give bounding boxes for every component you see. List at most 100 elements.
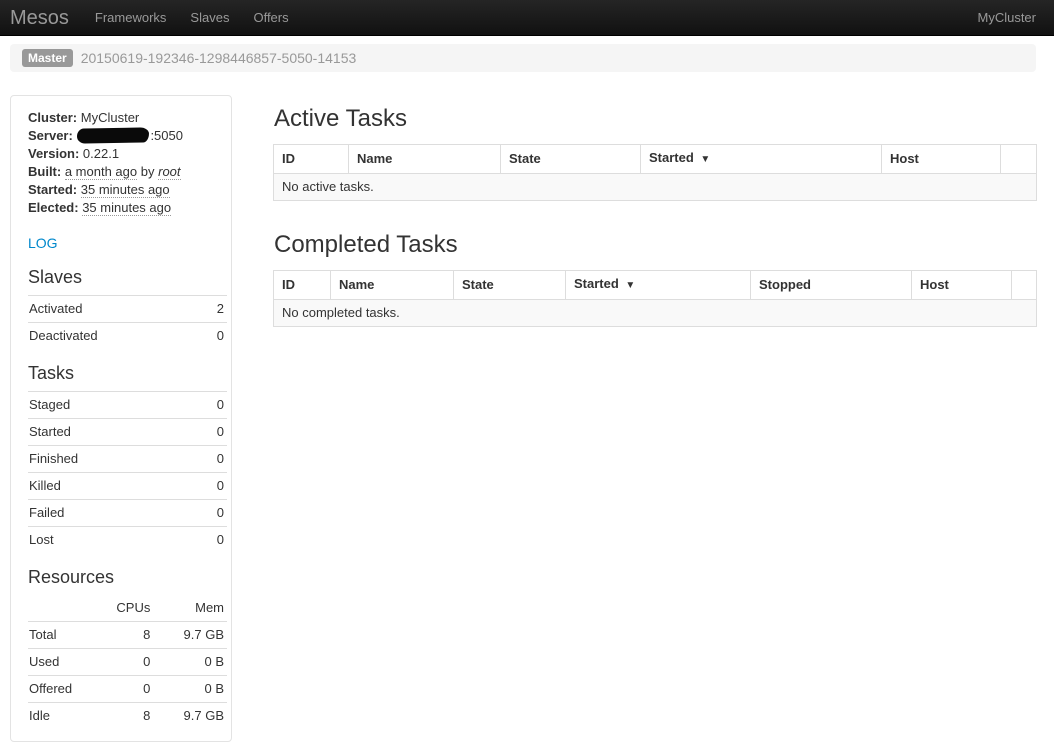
- tasks-lost-value: 0: [191, 527, 227, 554]
- cluster-label: Cluster:: [28, 110, 77, 125]
- tasks-finished-label: Finished: [28, 446, 191, 473]
- table-header-row: ID Name State Started ▼ Stopped Host: [274, 271, 1037, 300]
- table-row: Activated 2: [28, 296, 227, 323]
- server-info-line: Server: :5050: [28, 127, 227, 145]
- slaves-deactivated-value: 0: [200, 323, 227, 350]
- nav-item-frameworks[interactable]: Frameworks: [95, 9, 167, 27]
- completed-col-stopped[interactable]: Stopped: [751, 271, 912, 300]
- top-navbar: Mesos Frameworks Slaves Offers MyCluster: [0, 0, 1054, 36]
- active-col-name[interactable]: Name: [349, 145, 501, 174]
- table-row: Killed 0: [28, 473, 227, 500]
- table-row: Staged 0: [28, 392, 227, 419]
- tasks-stats-table: Staged 0 Started 0 Finished 0 Killed 0 F…: [28, 391, 227, 553]
- server-redaction-scribble: [77, 127, 149, 143]
- built-user: root: [158, 164, 180, 180]
- table-row: Used 0 0 B: [28, 649, 227, 676]
- built-by-text: by: [141, 164, 155, 179]
- table-row: Total 8 9.7 GB: [28, 622, 227, 649]
- version-value: 0.22.1: [83, 146, 119, 161]
- completed-col-started-label: Started: [574, 276, 619, 291]
- completed-col-state[interactable]: State: [454, 271, 566, 300]
- resources-header-mem: Mem: [153, 595, 227, 622]
- completed-tasks-empty-message: No completed tasks.: [274, 300, 1037, 327]
- master-badge: Master: [22, 49, 73, 67]
- sort-desc-icon: ▼: [700, 154, 710, 165]
- slaves-section-title: Slaves: [28, 267, 227, 287]
- elected-label: Elected:: [28, 200, 79, 215]
- table-row: Failed 0: [28, 500, 227, 527]
- tasks-killed-value: 0: [191, 473, 227, 500]
- nav-item-slaves[interactable]: Slaves: [190, 9, 229, 27]
- breadcrumb: Master 20150619-192346-1298446857-5050-1…: [10, 44, 1036, 72]
- resources-header-cpus: CPUs: [84, 595, 154, 622]
- server-label: Server:: [28, 128, 73, 143]
- tasks-failed-label: Failed: [28, 500, 191, 527]
- table-row: No completed tasks.: [274, 300, 1037, 327]
- completed-col-id[interactable]: ID: [274, 271, 331, 300]
- resources-total-cpus: 8: [84, 622, 154, 649]
- resources-total-mem: 9.7 GB: [153, 622, 227, 649]
- started-info-line: Started: 35 minutes ago: [28, 181, 227, 199]
- active-col-started[interactable]: Started ▼: [641, 145, 882, 174]
- completed-tasks-table: ID Name State Started ▼ Stopped Host No …: [273, 270, 1037, 327]
- log-link[interactable]: LOG: [28, 234, 58, 252]
- resources-used-label: Used: [28, 649, 84, 676]
- tasks-killed-label: Killed: [28, 473, 191, 500]
- slaves-activated-label: Activated: [28, 296, 200, 323]
- resources-offered-mem: 0 B: [153, 676, 227, 703]
- table-row: Idle 8 9.7 GB: [28, 703, 227, 730]
- elected-time: 35 minutes ago: [82, 200, 171, 216]
- table-row: Offered 0 0 B: [28, 676, 227, 703]
- completed-col-host[interactable]: Host: [912, 271, 1012, 300]
- completed-col-started[interactable]: Started ▼: [566, 271, 751, 300]
- completed-col-name[interactable]: Name: [331, 271, 454, 300]
- table-row: Finished 0: [28, 446, 227, 473]
- tasks-staged-label: Staged: [28, 392, 191, 419]
- slaves-deactivated-label: Deactivated: [28, 323, 200, 350]
- tasks-finished-value: 0: [191, 446, 227, 473]
- cluster-value: MyCluster: [81, 110, 140, 125]
- active-tasks-title: Active Tasks: [274, 105, 1036, 133]
- started-label: Started:: [28, 182, 77, 197]
- main-content: Active Tasks ID Name State Started ▼ Hos…: [273, 72, 1036, 327]
- resources-idle-label: Idle: [28, 703, 84, 730]
- tasks-started-label: Started: [28, 419, 191, 446]
- active-tasks-table: ID Name State Started ▼ Host No active t…: [273, 144, 1037, 201]
- navbar-cluster-name: MyCluster: [977, 9, 1036, 27]
- master-id-text: 20150619-192346-1298446857-5050-14153: [81, 49, 357, 67]
- resources-header-blank: [28, 595, 84, 622]
- active-col-blank: [1001, 145, 1037, 174]
- active-tasks-empty-message: No active tasks.: [274, 174, 1037, 201]
- resources-used-mem: 0 B: [153, 649, 227, 676]
- slaves-activated-value: 2: [200, 296, 227, 323]
- active-col-started-label: Started: [649, 150, 694, 165]
- table-row: Lost 0: [28, 527, 227, 554]
- resources-used-cpus: 0: [84, 649, 154, 676]
- resources-idle-cpus: 8: [84, 703, 154, 730]
- completed-col-blank: [1012, 271, 1037, 300]
- tasks-lost-label: Lost: [28, 527, 191, 554]
- built-time: a month ago: [65, 164, 137, 180]
- server-port: :5050: [150, 128, 183, 143]
- table-row: Started 0: [28, 419, 227, 446]
- brand-mesos-link[interactable]: Mesos: [10, 0, 69, 36]
- active-col-state[interactable]: State: [501, 145, 641, 174]
- resources-offered-cpus: 0: [84, 676, 154, 703]
- nav-item-offers[interactable]: Offers: [253, 9, 288, 27]
- built-label: Built:: [28, 164, 61, 179]
- elected-info-line: Elected: 35 minutes ago: [28, 199, 227, 217]
- cluster-info-line: Cluster: MyCluster: [28, 109, 227, 127]
- resources-idle-mem: 9.7 GB: [153, 703, 227, 730]
- resources-section-title: Resources: [28, 567, 227, 587]
- table-header-row: ID Name State Started ▼ Host: [274, 145, 1037, 174]
- tasks-staged-value: 0: [191, 392, 227, 419]
- active-col-id[interactable]: ID: [274, 145, 349, 174]
- active-col-host[interactable]: Host: [882, 145, 1001, 174]
- resources-table: CPUs Mem Total 8 9.7 GB Used 0 0 B Offer…: [28, 595, 227, 729]
- tasks-failed-value: 0: [191, 500, 227, 527]
- resources-offered-label: Offered: [28, 676, 84, 703]
- table-row: Deactivated 0: [28, 323, 227, 350]
- resources-total-label: Total: [28, 622, 84, 649]
- version-label: Version:: [28, 146, 79, 161]
- version-info-line: Version: 0.22.1: [28, 145, 227, 163]
